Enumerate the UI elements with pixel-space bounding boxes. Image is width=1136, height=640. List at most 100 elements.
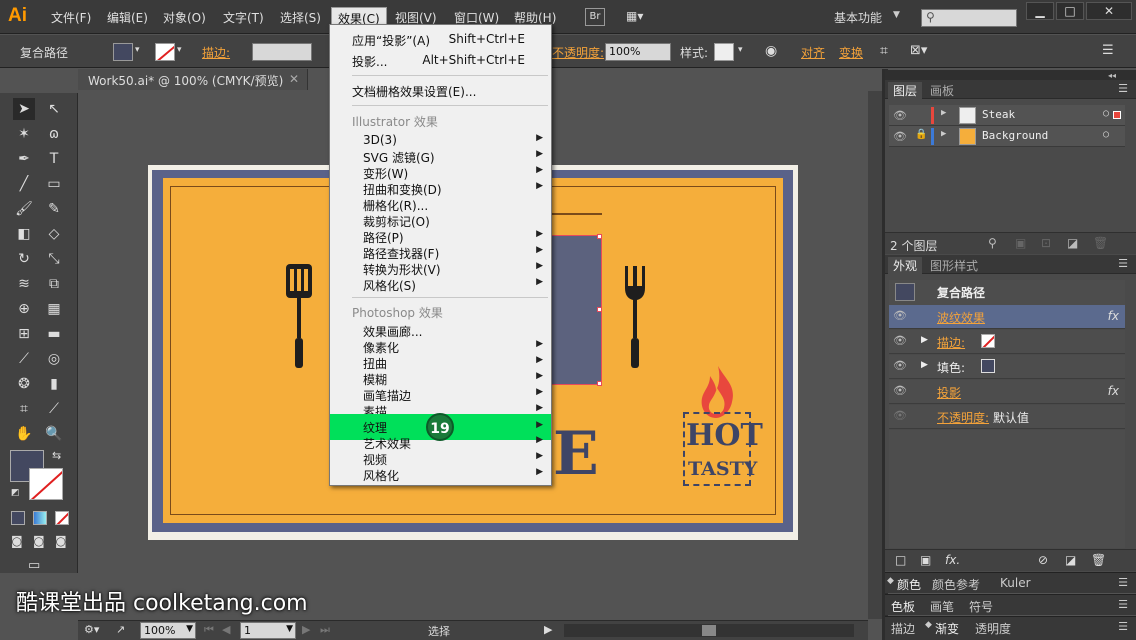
- first-artboard-icon[interactable]: ⏮: [204, 623, 214, 637]
- stroke-weight-dropdown[interactable]: [252, 43, 312, 61]
- line-tool-icon[interactable]: ╱: [13, 173, 35, 195]
- opacity-dropdown[interactable]: 100%: [605, 43, 671, 61]
- menu-item-video[interactable]: 视频 ▶: [330, 451, 551, 467]
- stroke-swatch[interactable]: [155, 43, 175, 61]
- menu-item-rasterize[interactable]: 栅格化(R)...: [330, 197, 551, 213]
- tab-swatches[interactable]: 色板: [891, 598, 915, 615]
- stroke-label[interactable]: 描边:: [202, 44, 230, 61]
- gradient-mode-icon[interactable]: [33, 511, 47, 525]
- add-stroke-icon[interactable]: □: [895, 553, 906, 567]
- chevron-down-icon[interactable]: ▾: [177, 45, 182, 55]
- maximize-button[interactable]: □: [1056, 2, 1084, 20]
- selection-bounding-box[interactable]: [549, 235, 602, 385]
- panel-menu-icon[interactable]: ☰: [1102, 43, 1114, 58]
- tab-artboards[interactable]: 画板: [925, 82, 959, 99]
- add-effect-icon[interactable]: fx.: [945, 553, 960, 567]
- tab-appearance[interactable]: 外观: [888, 257, 923, 274]
- menu-item-crop-marks[interactable]: 裁剪标记(O): [330, 213, 551, 229]
- menu-object[interactable]: 对象(O): [163, 9, 206, 26]
- status-menu-icon[interactable]: ⚙▾: [84, 623, 99, 636]
- expand-arrow-icon[interactable]: ◆: [887, 576, 894, 586]
- expand-arrow-icon[interactable]: ◆: [925, 620, 932, 630]
- layer-name[interactable]: Steak: [982, 108, 1015, 121]
- selection-tool-icon[interactable]: ➤: [13, 98, 35, 120]
- fx-icon[interactable]: fx: [1108, 384, 1119, 398]
- visibility-eye-icon[interactable]: 👁: [893, 130, 907, 143]
- panel-menu-icon[interactable]: ☰: [1118, 576, 1128, 589]
- visibility-eye-icon[interactable]: 👁: [893, 109, 907, 122]
- appearance-row-ripple[interactable]: 👁 波纹效果 fx: [889, 305, 1125, 329]
- chevron-down-icon[interactable]: ▾: [135, 45, 140, 55]
- close-icon[interactable]: ✕: [289, 72, 299, 86]
- resize-handle[interactable]: [597, 307, 602, 312]
- width-tool-icon[interactable]: ≋: [13, 273, 35, 295]
- menu-type[interactable]: 文字(T): [223, 9, 264, 26]
- layer-row-steak[interactable]: 👁 ▶ Steak ○: [889, 105, 1125, 126]
- shape-builder-tool-icon[interactable]: ⊕: [13, 298, 35, 320]
- menu-item-svg-filters[interactable]: SVG 滤镜(G) ▶: [330, 149, 551, 165]
- scale-tool-icon[interactable]: ⤡: [43, 248, 65, 270]
- appearance-row-fill[interactable]: 👁 ▶ 填色:: [889, 355, 1125, 379]
- expand-arrow-icon[interactable]: ▶: [941, 129, 946, 139]
- gradient-tool-icon[interactable]: ▬: [43, 323, 65, 345]
- isolate-icon[interactable]: ⌗: [880, 43, 888, 59]
- draw-behind-icon[interactable]: ◙: [33, 534, 45, 548]
- workspace-switcher[interactable]: 基本功能: [834, 9, 882, 26]
- apply-last-effect-item[interactable]: 应用“投影”(A) Shift+Ctrl+E: [330, 32, 551, 48]
- paintbrush-tool-icon[interactable]: 🖌: [13, 198, 35, 220]
- arrange-documents-icon[interactable]: ▦▾: [626, 9, 650, 25]
- fill-swatch[interactable]: [113, 43, 133, 61]
- menu-item-pathfinder[interactable]: 路径查找器(F) ▶: [330, 245, 551, 261]
- symbol-sprayer-tool-icon[interactable]: ❂: [13, 373, 35, 395]
- menu-item-stylize-ai[interactable]: 风格化(S) ▶: [330, 277, 551, 293]
- visibility-eye-icon[interactable]: 👁: [893, 384, 907, 397]
- target-circle-icon[interactable]: ○: [1103, 129, 1109, 140]
- menu-item-blur[interactable]: 模糊 ▶: [330, 371, 551, 387]
- lasso-tool-icon[interactable]: ɷ: [43, 123, 65, 145]
- hand-tool-icon[interactable]: ✋: [13, 423, 35, 445]
- menu-item-convert-to-shape[interactable]: 转换为形状(V) ▶: [330, 261, 551, 277]
- menu-item-pixelate[interactable]: 像素化 ▶: [330, 339, 551, 355]
- chevron-down-icon[interactable]: ▾: [738, 45, 743, 55]
- resize-handle[interactable]: [597, 234, 602, 239]
- artboard-tool-icon[interactable]: ⌗: [13, 398, 35, 420]
- visibility-eye-icon[interactable]: 👁: [893, 334, 907, 347]
- tab-kuler[interactable]: Kuler: [1000, 576, 1031, 590]
- opacity-attr-label[interactable]: 不透明度:: [937, 409, 989, 426]
- menu-item-effect-gallery[interactable]: 效果画廊...: [330, 323, 551, 339]
- delete-item-icon[interactable]: 🗑: [1091, 553, 1106, 567]
- menu-item-distort-transform[interactable]: 扭曲和变换(D) ▶: [330, 181, 551, 197]
- draw-inside-icon[interactable]: ◙: [55, 534, 67, 548]
- new-sublayer-icon[interactable]: ⊡: [1041, 236, 1051, 250]
- tab-stroke[interactable]: 描边: [891, 620, 915, 637]
- graphic-style-swatch[interactable]: [714, 43, 734, 61]
- duplicate-item-icon[interactable]: ◪: [1065, 553, 1076, 567]
- minimize-button[interactable]: ▁: [1026, 2, 1054, 20]
- panel-menu-icon[interactable]: ☰: [1118, 620, 1128, 633]
- free-transform-tool-icon[interactable]: ⧉: [43, 273, 65, 295]
- appearance-row-stroke[interactable]: 👁 ▶ 描边:: [889, 330, 1125, 354]
- tab-color[interactable]: 颜色: [897, 576, 921, 593]
- menu-item-distort[interactable]: 扭曲 ▶: [330, 355, 551, 371]
- mesh-tool-icon[interactable]: ⊞: [13, 323, 35, 345]
- panel-menu-icon[interactable]: ☰: [1118, 82, 1128, 95]
- scrollbar-thumb[interactable]: [702, 625, 716, 636]
- pencil-tool-icon[interactable]: ✎: [43, 198, 65, 220]
- make-clip-mask-icon[interactable]: ▣: [1015, 236, 1026, 250]
- collapse-panel-icon[interactable]: ◂◂: [1108, 71, 1116, 80]
- menu-item-warp[interactable]: 变形(W) ▶: [330, 165, 551, 181]
- swap-colors-icon[interactable]: ⇆: [52, 449, 61, 462]
- fx-icon[interactable]: fx: [1108, 309, 1119, 323]
- tab-brushes[interactable]: 画笔: [930, 598, 954, 615]
- layer-row-background[interactable]: 👁 🔒 ▶ Background ○: [889, 126, 1125, 147]
- expand-arrow-icon[interactable]: ▶: [921, 335, 928, 345]
- close-button[interactable]: ✕: [1086, 2, 1132, 20]
- target-circle-icon[interactable]: ○: [1103, 108, 1109, 119]
- rotate-tool-icon[interactable]: ↻: [13, 248, 35, 270]
- vertical-scrollbar[interactable]: [868, 91, 882, 619]
- tab-transparency[interactable]: 透明度: [975, 620, 1011, 637]
- panel-menu-icon[interactable]: ☰: [1118, 598, 1128, 611]
- locate-object-icon[interactable]: ⚲: [988, 236, 997, 250]
- tab-layers[interactable]: 图层: [888, 82, 923, 99]
- menu-item-3d[interactable]: 3D(3) ▶: [330, 133, 551, 149]
